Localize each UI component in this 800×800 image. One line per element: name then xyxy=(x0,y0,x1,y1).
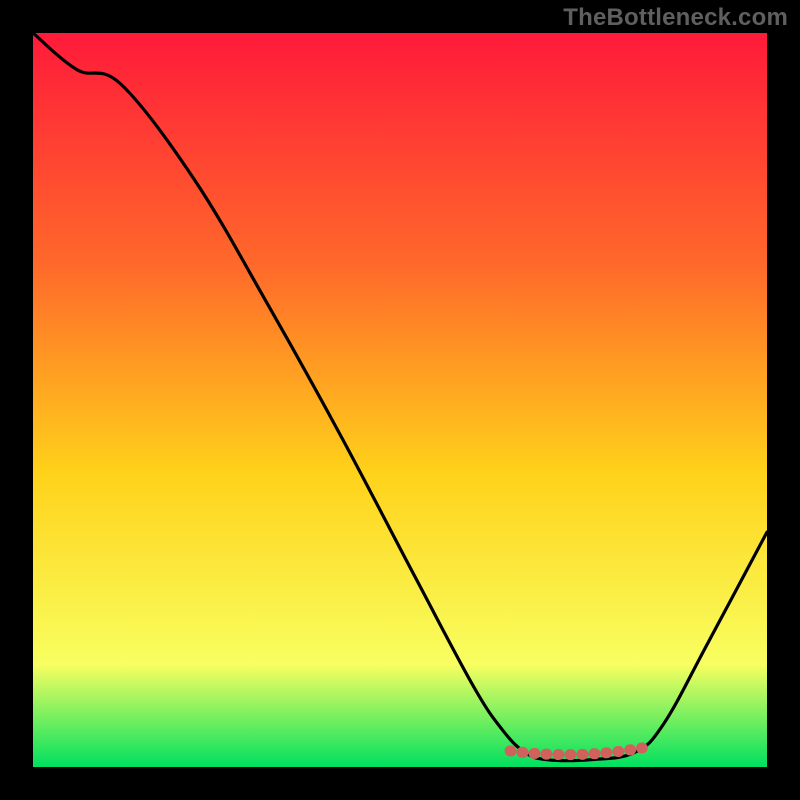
watermark-text: TheBottleneck.com xyxy=(563,4,788,32)
chart-frame: TheBottleneck.com xyxy=(0,0,800,800)
gradient-background xyxy=(33,33,767,767)
chart-svg xyxy=(33,33,767,767)
plot-area xyxy=(33,33,767,767)
